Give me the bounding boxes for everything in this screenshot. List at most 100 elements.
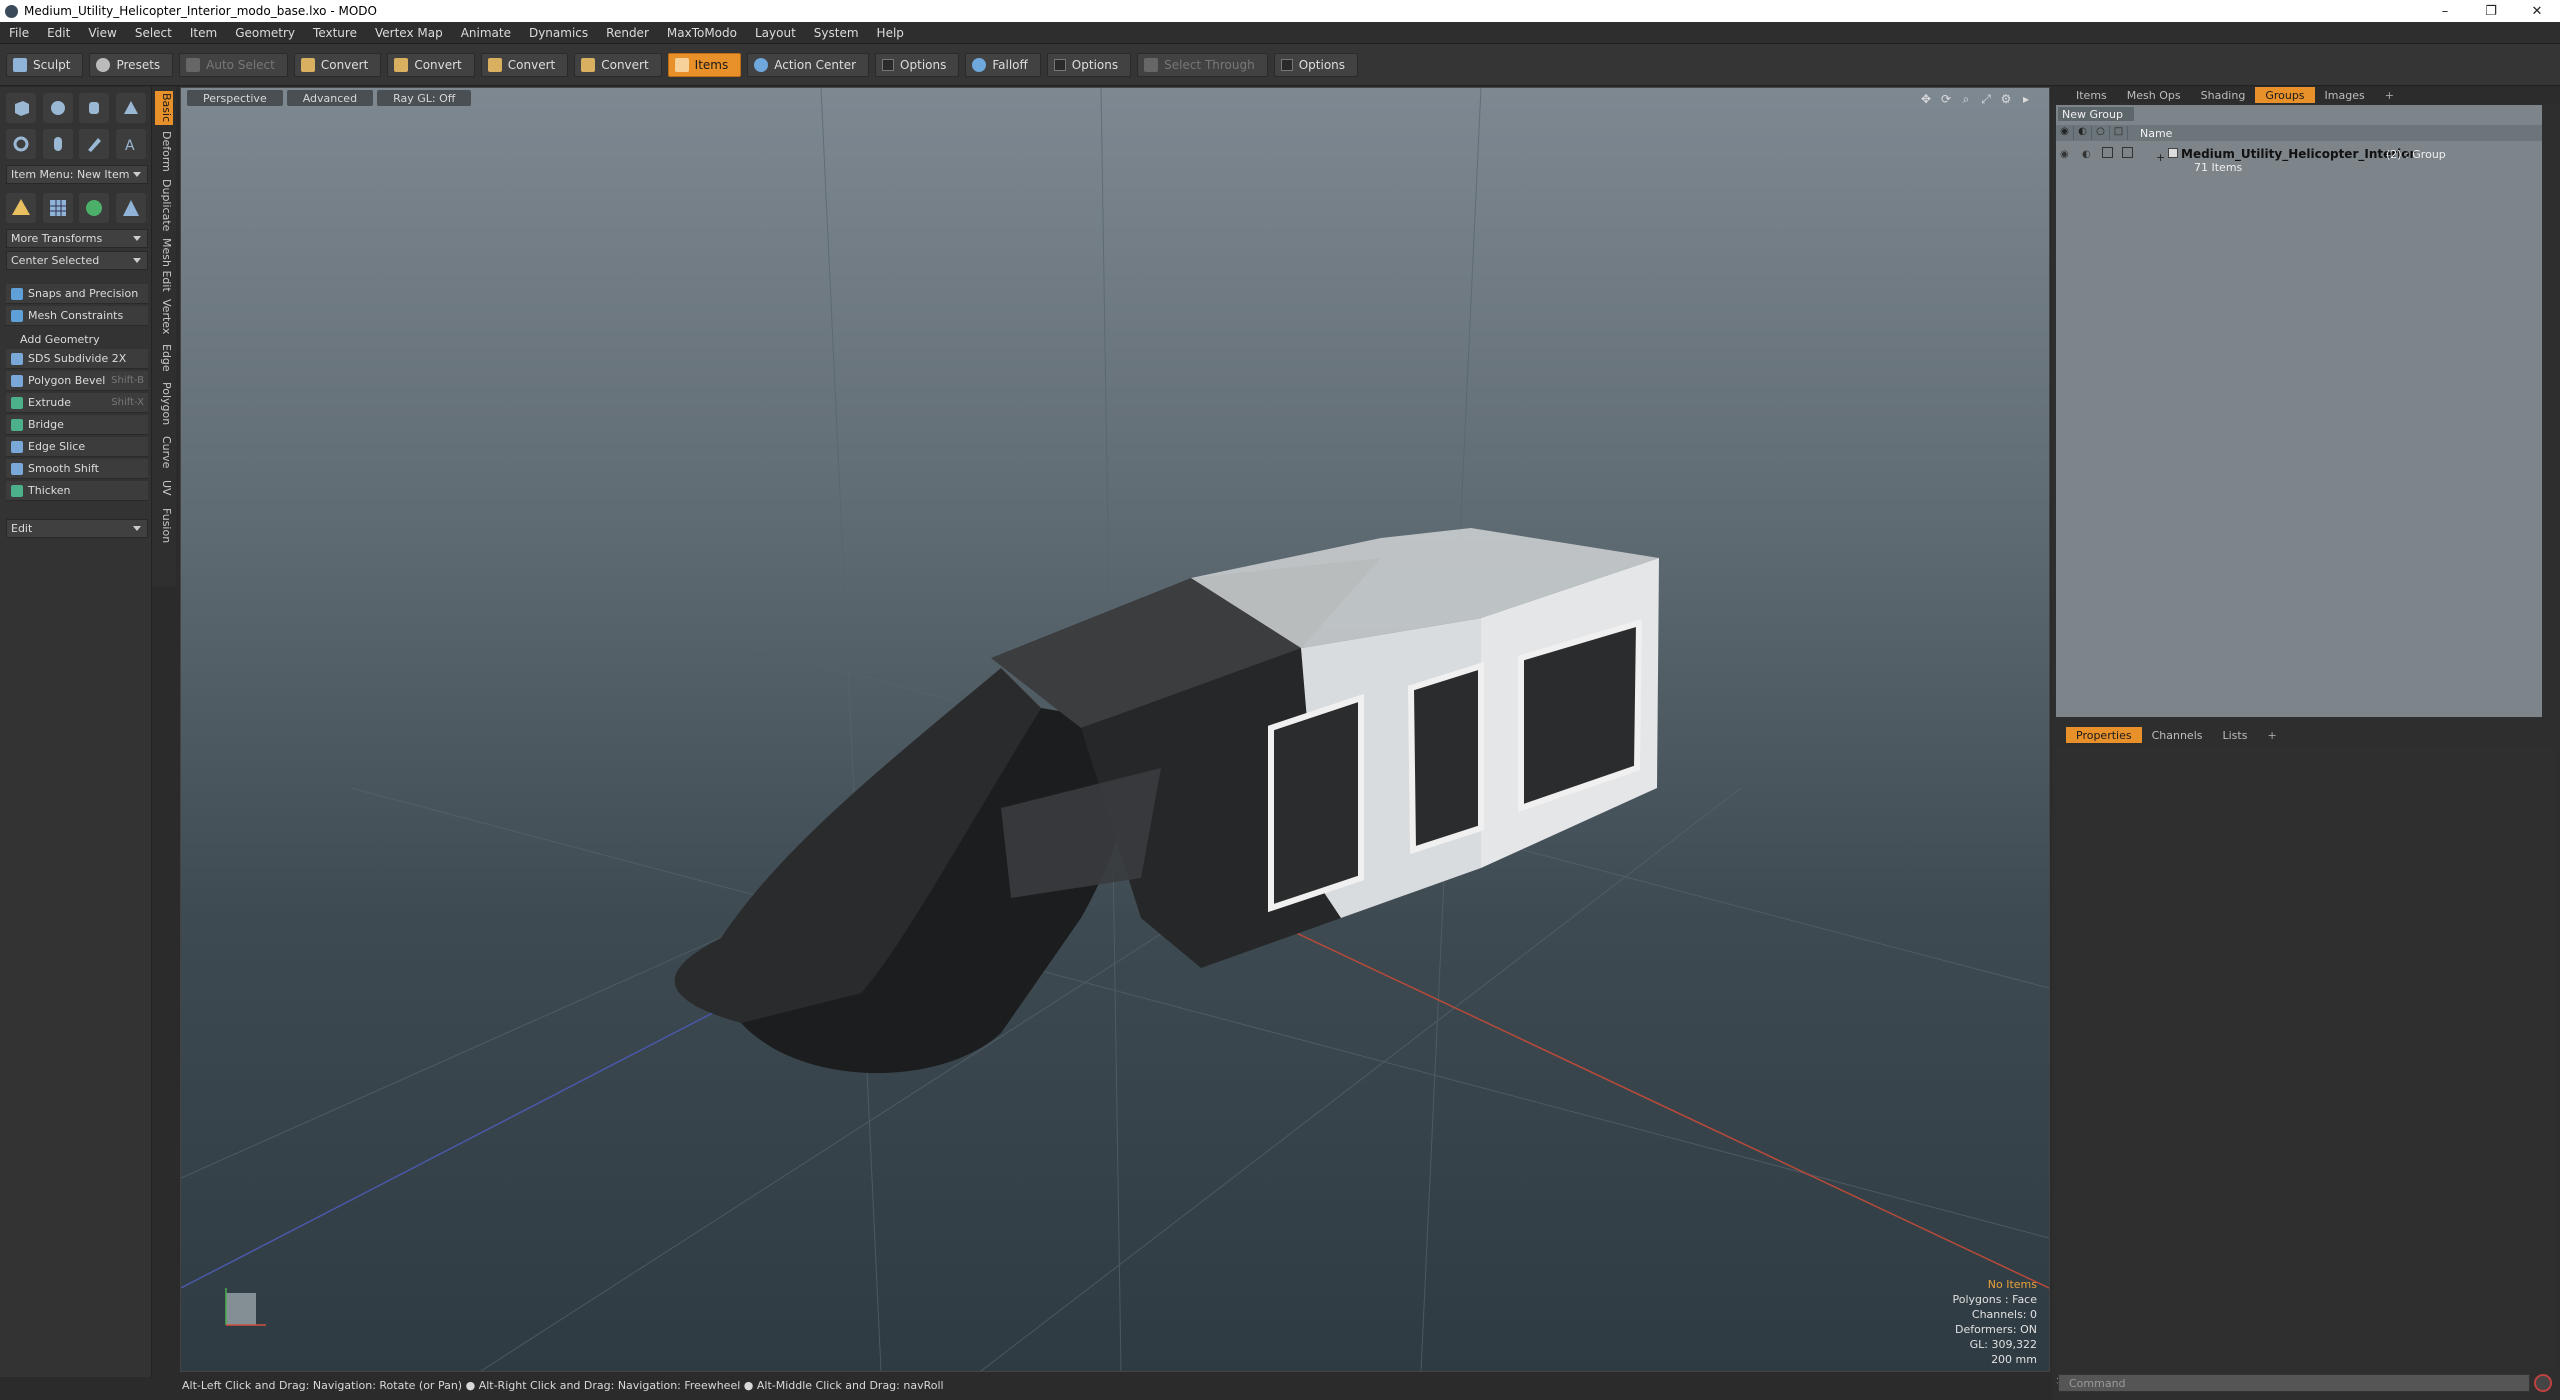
pen-icon[interactable] <box>79 129 110 159</box>
menu-edit[interactable]: Edit <box>38 26 79 40</box>
eye-icon[interactable]: ◉ <box>2060 149 2069 160</box>
menu-vertex-map[interactable]: Vertex Map <box>366 26 452 40</box>
edit-dropdown[interactable]: Edit <box>6 519 148 538</box>
grid-icon[interactable] <box>42 193 73 223</box>
item-menu-dropdown[interactable]: Item Menu: New Item <box>6 165 148 184</box>
tab-curve[interactable]: Curve <box>155 433 173 471</box>
menu-animate[interactable]: Animate <box>452 26 520 40</box>
command-input[interactable]: Command <box>2058 1374 2530 1392</box>
move-icon[interactable] <box>6 193 36 223</box>
lock-toggle[interactable] <box>2102 147 2113 158</box>
tab-shading[interactable]: Shading <box>2191 87 2256 103</box>
menu-maxtomodo[interactable]: MaxToModo <box>658 26 746 40</box>
menu-view[interactable]: View <box>79 26 125 40</box>
helicopter-interior-model[interactable] <box>674 528 1659 1074</box>
add-tab-button[interactable]: + <box>2375 87 2404 103</box>
tab-images[interactable]: Images <box>2315 87 2375 103</box>
render-toggle-icon[interactable]: ◐ <box>2082 149 2091 160</box>
polygon-bevel-button[interactable]: Polygon Bevel Shift-B <box>6 371 148 391</box>
tab-fusion[interactable]: Fusion <box>155 505 173 547</box>
capsule-icon[interactable] <box>42 129 73 159</box>
tab-properties[interactable]: Properties <box>2066 727 2142 743</box>
group-name[interactable]: Medium_Utility_Helicopter_Interior <box>2181 147 2415 161</box>
restore-button[interactable]: ❐ <box>2468 4 2514 19</box>
select-column-icon[interactable]: □ <box>2110 126 2128 140</box>
options-button-2[interactable]: Options <box>1046 52 1132 77</box>
menu-geometry[interactable]: Geometry <box>226 26 304 40</box>
tab-basic[interactable]: Basic <box>155 91 173 125</box>
action-center-button[interactable]: Action Center <box>747 52 870 77</box>
tab-uv[interactable]: UV <box>155 475 173 501</box>
smooth-shift-button[interactable]: Smooth Shift <box>6 459 148 479</box>
expand-icon[interactable]: + <box>2156 151 2165 164</box>
tab-mesh-ops[interactable]: Mesh Ops <box>2117 87 2191 103</box>
convert-polygons-button[interactable]: Convert <box>480 52 569 77</box>
menu-render[interactable]: Render <box>597 26 658 40</box>
settings-icon[interactable]: ⚙ <box>1999 92 2013 106</box>
cylinder-icon[interactable] <box>79 93 110 123</box>
tab-groups[interactable]: Groups <box>2255 87 2315 103</box>
tab-deform[interactable]: Deform <box>155 129 173 173</box>
edge-slice-button[interactable]: Edge Slice <box>6 437 148 457</box>
add-geometry-header[interactable]: Add Geometry <box>6 330 148 348</box>
command-history-button[interactable] <box>2534 1374 2552 1392</box>
select-toggle[interactable] <box>2122 147 2133 158</box>
groups-list[interactable]: New Group ◉ ◐ ○ □ Name ◉ ◐ + Medium_Util… <box>2056 105 2542 717</box>
tab-lists[interactable]: Lists <box>2213 727 2258 743</box>
menu-texture[interactable]: Texture <box>304 26 366 40</box>
cube-icon[interactable] <box>6 93 36 123</box>
zoom-icon[interactable]: ⌕ <box>1959 92 1973 106</box>
sculpt-button[interactable]: Sculpt <box>6 52 84 77</box>
tab-duplicate[interactable]: Duplicate <box>155 177 173 233</box>
visibility-column-icon[interactable]: ◉ <box>2056 126 2074 140</box>
name-column-header[interactable]: Name <box>2128 127 2172 140</box>
pyramid-icon[interactable] <box>115 193 146 223</box>
options-checkbox[interactable] <box>1053 58 1066 71</box>
presets-button[interactable]: Presets <box>89 52 174 77</box>
globe-icon[interactable] <box>79 193 110 223</box>
close-button[interactable]: ✕ <box>2514 4 2560 19</box>
thicken-button[interactable]: Thicken <box>6 481 148 501</box>
lock-column-icon[interactable]: ○ <box>2092 126 2110 140</box>
menu-file[interactable]: File <box>0 26 38 40</box>
ray-gl-tab[interactable]: Ray GL: Off <box>377 90 472 106</box>
3d-viewport[interactable]: Perspective Advanced Ray GL: Off ✥ ⟳ ⌕ ⤢… <box>180 87 2050 1372</box>
tab-mesh-edit[interactable]: Mesh Edit <box>155 237 173 293</box>
tab-edge[interactable]: Edge <box>155 341 173 375</box>
tab-vertex[interactable]: Vertex <box>155 297 173 337</box>
fit-icon[interactable]: ⤢ <box>1979 92 1993 106</box>
tab-items[interactable]: Items <box>2066 87 2117 103</box>
menu-help[interactable]: Help <box>868 26 913 40</box>
minimize-button[interactable]: – <box>2422 4 2468 19</box>
mesh-constraints-button[interactable]: Mesh Constraints <box>6 306 148 326</box>
tab-channels[interactable]: Channels <box>2142 727 2213 743</box>
render-column-icon[interactable]: ◐ <box>2074 126 2092 140</box>
auto-select-button[interactable]: Auto Select <box>179 52 288 77</box>
menu-system[interactable]: System <box>805 26 868 40</box>
select-through-button[interactable]: Select Through <box>1137 52 1268 77</box>
center-selected-dropdown[interactable]: Center Selected <box>6 251 148 270</box>
rotate-icon[interactable]: ⟳ <box>1939 92 1953 106</box>
menu-item[interactable]: Item <box>181 26 226 40</box>
items-mode-button[interactable]: Items <box>667 52 742 77</box>
advanced-tab[interactable]: Advanced <box>286 90 374 106</box>
sphere-icon[interactable] <box>42 93 73 123</box>
text-icon[interactable]: A <box>115 129 146 159</box>
menu-layout[interactable]: Layout <box>746 26 805 40</box>
perspective-tab[interactable]: Perspective <box>187 90 283 106</box>
add-props-tab-button[interactable]: + <box>2257 727 2286 743</box>
tab-polygon[interactable]: Polygon <box>155 379 173 429</box>
snaps-precision-button[interactable]: Snaps and Precision <box>6 284 148 304</box>
options-checkbox[interactable] <box>1280 58 1293 71</box>
extrude-button[interactable]: Extrude Shift-X <box>6 393 148 413</box>
pan-icon[interactable]: ✥ <box>1919 92 1933 106</box>
group-row[interactable]: ◉ ◐ + Medium_Utility_Helicopter_Interior… <box>2056 145 2542 175</box>
convert-vertices-button[interactable]: Convert <box>293 52 382 77</box>
chevron-right-icon[interactable]: ▸ <box>2019 92 2033 106</box>
bridge-button[interactable]: Bridge <box>6 415 148 435</box>
menu-select[interactable]: Select <box>126 26 181 40</box>
options-button-3[interactable]: Options <box>1273 52 1359 77</box>
menu-dynamics[interactable]: Dynamics <box>520 26 597 40</box>
options-button-1[interactable]: Options <box>875 52 960 77</box>
more-transforms-dropdown[interactable]: More Transforms <box>6 229 148 248</box>
